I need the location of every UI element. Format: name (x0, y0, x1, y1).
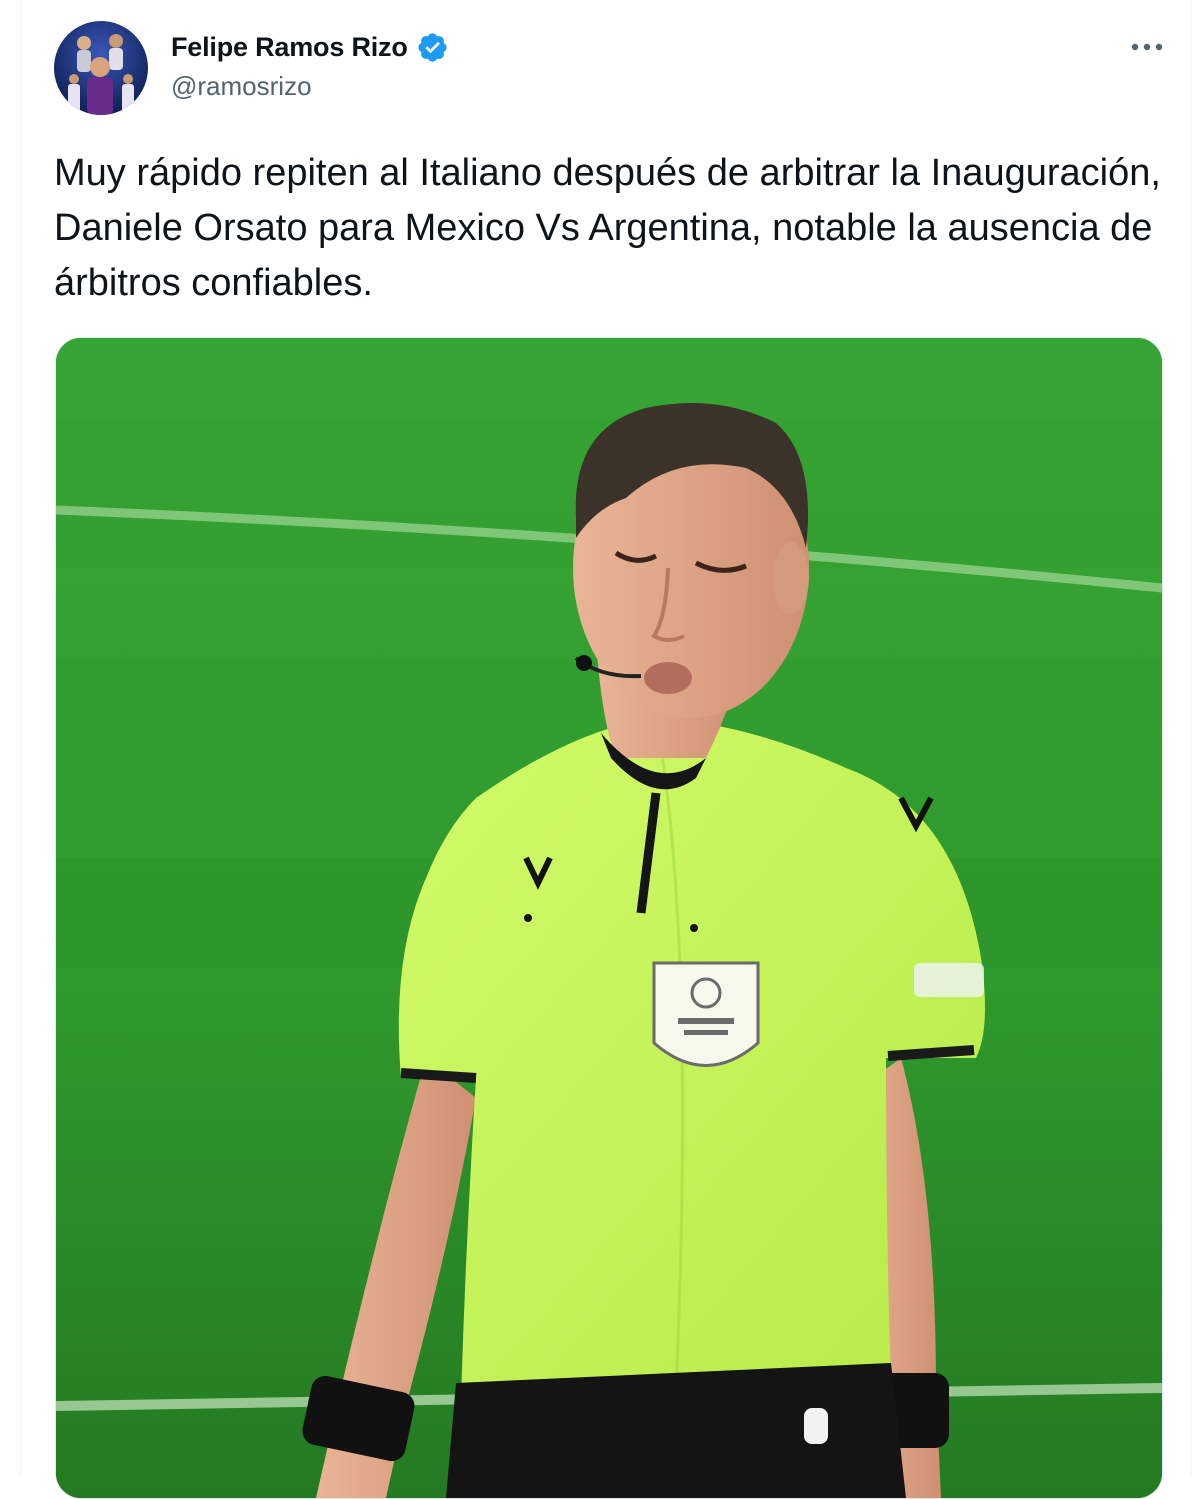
author-handle[interactable]: @ramosrizo (171, 71, 449, 102)
verified-badge-icon (416, 31, 449, 64)
referee-photo (56, 338, 1162, 1498)
tweet-photo[interactable] (55, 337, 1163, 1499)
more-options-icon[interactable] (1125, 30, 1169, 64)
author-display-name[interactable]: Felipe Ramos Rizo (171, 32, 408, 63)
tweet-card[interactable]: Felipe Ramos Rizo @ramosrizo Muy rápido … (20, 0, 1192, 1499)
display-name-row[interactable]: Felipe Ramos Rizo (171, 30, 449, 64)
tweet-text: Muy rápido repiten al Italiano después d… (54, 152, 1161, 304)
author-names: Felipe Ramos Rizo @ramosrizo (171, 30, 449, 102)
author-avatar[interactable] (54, 21, 148, 115)
